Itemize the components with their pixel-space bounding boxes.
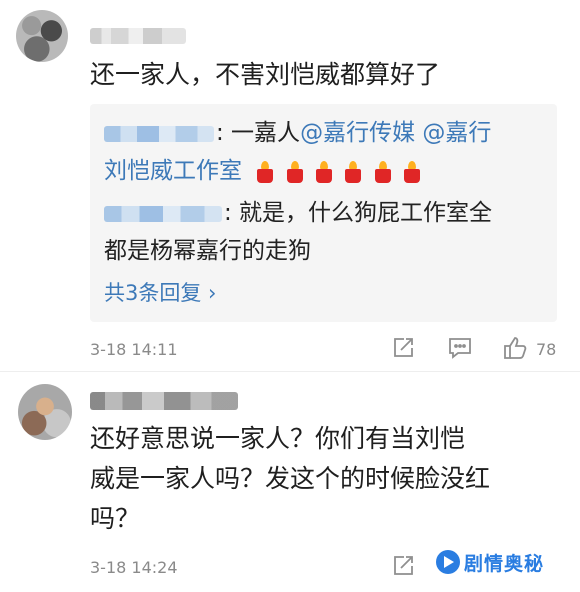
candle-emoji xyxy=(402,161,422,183)
username-blurred[interactable] xyxy=(90,28,186,44)
candle-emoji xyxy=(343,161,363,183)
reply-1-line-1: : 一嘉人@嘉行传媒 @嘉行 xyxy=(104,116,491,150)
mention-link[interactable]: 刘恺威工作室 xyxy=(104,158,242,184)
comment-text-line-1: 还好意思说一家人？你们有当刘恺 xyxy=(90,424,466,453)
mention-link[interactable]: @嘉行传媒 xyxy=(300,120,415,146)
repost-icon[interactable] xyxy=(392,337,416,359)
watermark: 剧情奥秘 xyxy=(436,544,544,580)
like-icon[interactable] xyxy=(502,335,528,361)
repost-icon[interactable] xyxy=(392,555,416,577)
reply-username-blurred[interactable] xyxy=(104,205,222,222)
reply-2-line-1: : 就是，什么狗屁工作室全 xyxy=(104,196,492,230)
username-blurred[interactable] xyxy=(90,392,238,410)
comment-text-line-3: 吗？ xyxy=(90,504,141,533)
candle-emoji xyxy=(255,161,275,183)
comment-time: 3-18 14:24 xyxy=(90,558,178,577)
mention-link[interactable]: @嘉行 xyxy=(422,120,491,146)
comment-time: 3-18 14:11 xyxy=(90,340,178,359)
candle-emoji xyxy=(314,161,334,183)
avatar[interactable] xyxy=(16,10,68,62)
comment-1: 还一家人，不害刘恺威都算好了 : 一嘉人@嘉行传媒 @嘉行 刘恺威工作室 : 就… xyxy=(0,0,580,372)
reply-username-blurred[interactable] xyxy=(104,125,214,142)
comment-icon[interactable] xyxy=(448,337,472,359)
like-count: 78 xyxy=(536,340,557,359)
avatar[interactable] xyxy=(18,384,72,440)
watermark-text: 剧情奥秘 xyxy=(464,552,545,575)
candle-emoji-group xyxy=(255,155,424,189)
reply-2-line-2: 都是杨幂嘉行的走狗 xyxy=(104,238,311,264)
candle-emoji xyxy=(373,161,393,183)
candle-emoji xyxy=(285,161,305,183)
more-replies-link[interactable]: 共3条回复 › xyxy=(104,276,216,310)
replies-box[interactable]: : 一嘉人@嘉行传媒 @嘉行 刘恺威工作室 : 就是，什么狗屁工作室全 都是杨幂… xyxy=(90,104,557,322)
comment-text: 还一家人，不害刘恺威都算好了 xyxy=(90,60,441,89)
reply-1-line-2: 刘恺威工作室 xyxy=(104,154,424,189)
comment-text-line-2: 威是一家人吗？发这个的时候脸没红 xyxy=(90,464,491,493)
play-logo-icon xyxy=(436,550,460,574)
reply-2-lead: : 就是，什么狗屁工作室全 xyxy=(224,200,493,226)
reply-1-lead: : 一嘉人 xyxy=(216,120,301,146)
